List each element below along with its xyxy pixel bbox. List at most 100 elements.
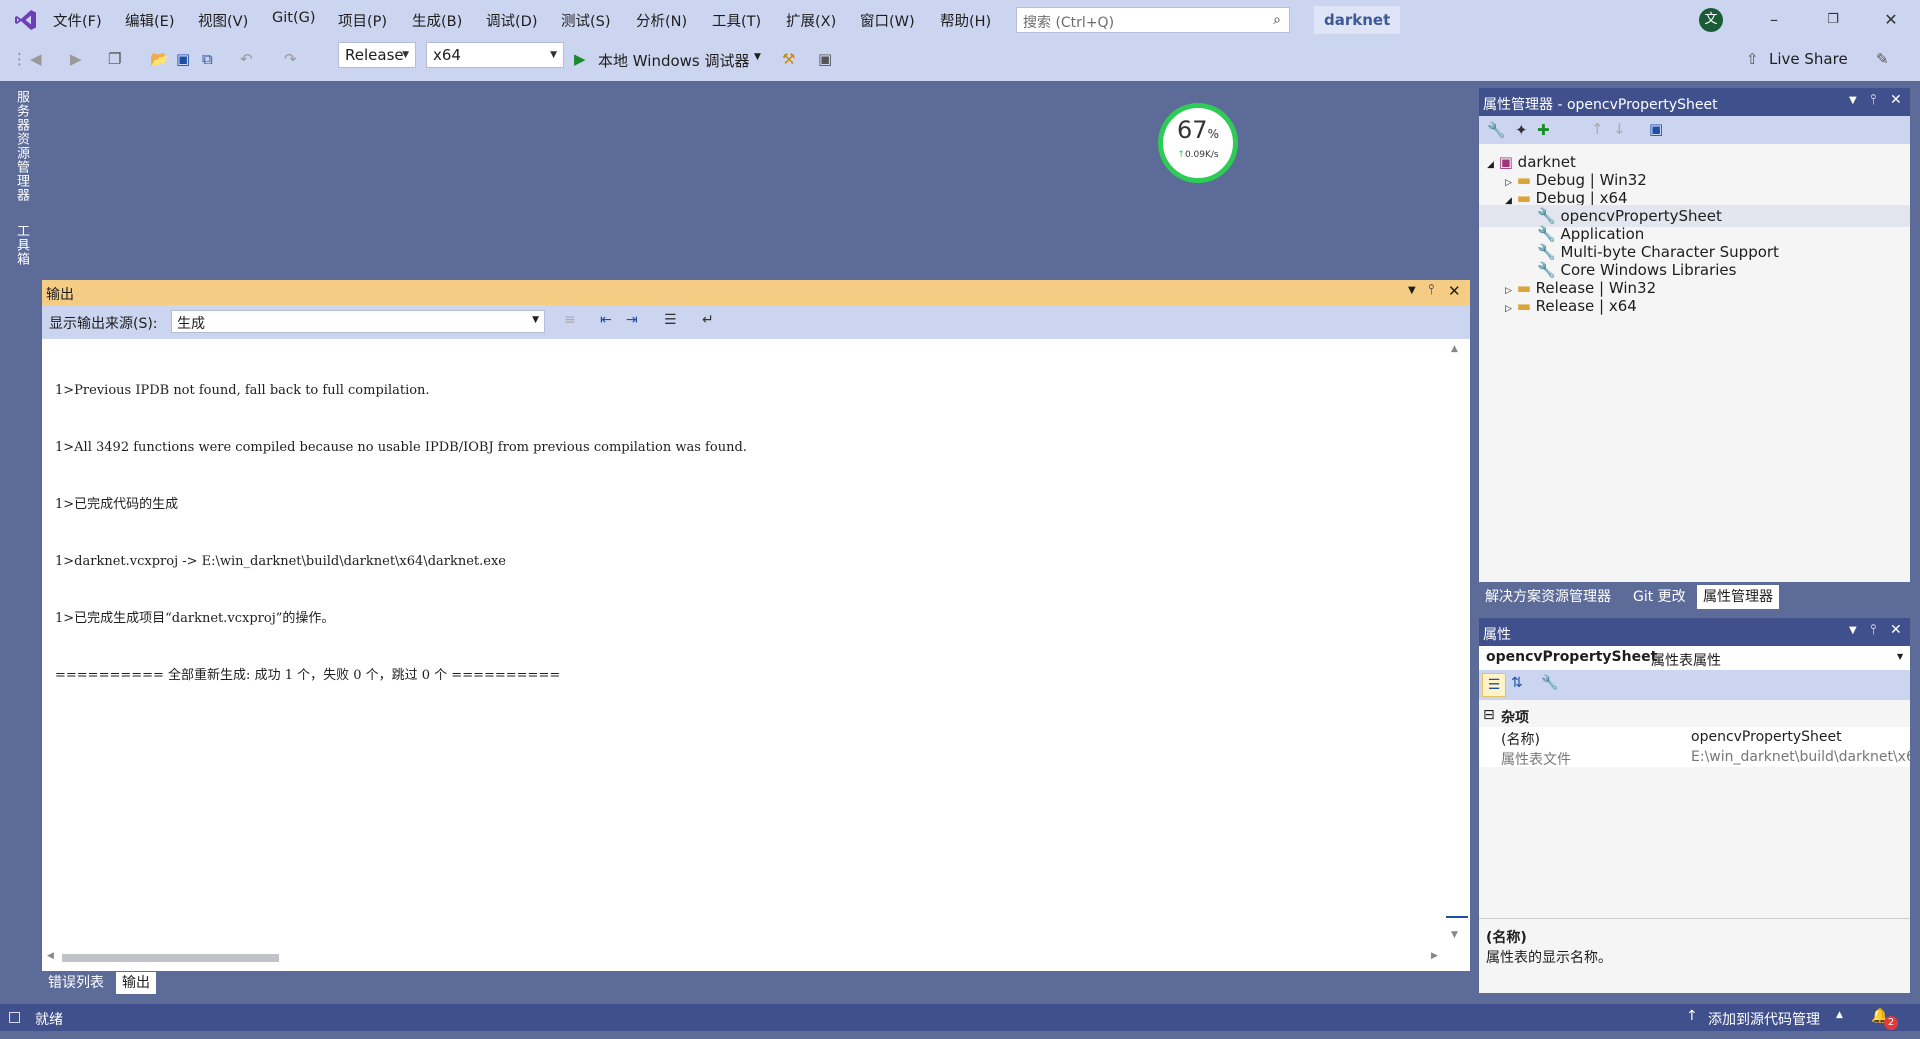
menu-debug[interactable]: 调试(D) bbox=[486, 10, 537, 31]
object-selector[interactable]: opencvPropertySheet 属性表属性 ▼ bbox=[1479, 646, 1910, 670]
close-icon[interactable]: ✕ bbox=[1876, 8, 1906, 32]
toolbar-grip-icon: ⋮ bbox=[12, 50, 27, 68]
chevron-up-icon[interactable]: ▲ bbox=[1836, 1010, 1843, 1020]
menu-extensions[interactable]: 扩展(X) bbox=[786, 10, 836, 31]
menu-help[interactable]: 帮助(H) bbox=[940, 10, 991, 31]
property-manager-title: 属性管理器 - opencvPropertySheet bbox=[1483, 97, 1718, 113]
menu-git[interactable]: Git(G) bbox=[272, 10, 316, 26]
close-icon[interactable]: ✕ bbox=[1448, 282, 1461, 300]
avatar[interactable]: 文 bbox=[1699, 8, 1723, 32]
folder-icon: ▬ bbox=[1516, 297, 1531, 315]
debugger-label[interactable]: 本地 Windows 调试器 bbox=[598, 50, 750, 71]
chevron-down-icon[interactable]: ▼ bbox=[754, 52, 761, 62]
network-speed-widget[interactable]: 67% ↑0.09K/s bbox=[1158, 103, 1238, 183]
property-row[interactable]: 属性表文件 E:\win_darknet\build\darknet\x64 bbox=[1479, 747, 1910, 767]
horizontal-scrollbar-thumb[interactable] bbox=[62, 954, 279, 962]
tab-error-list[interactable]: 错误列表 bbox=[42, 972, 110, 994]
redo-icon[interactable]: ↷ bbox=[284, 50, 297, 68]
net-percent-sign: % bbox=[1207, 127, 1219, 141]
menu-edit[interactable]: 编辑(E) bbox=[125, 10, 174, 31]
pin-icon[interactable]: ⫯ bbox=[1870, 622, 1876, 638]
tab-git-changes[interactable]: Git 更改 bbox=[1627, 585, 1692, 609]
chevron-down-icon[interactable]: ▼ bbox=[1849, 95, 1857, 106]
menu-view[interactable]: 视图(V) bbox=[198, 10, 248, 31]
output-line: 1>已完成生成项目“darknet.vcxproj”的操作。 bbox=[55, 611, 335, 626]
collapse-icon[interactable]: ⊟ bbox=[1483, 707, 1495, 723]
description-pane: (名称) 属性表的显示名称。 bbox=[1479, 918, 1910, 993]
object-name: opencvPropertySheet bbox=[1486, 649, 1658, 665]
new-project-icon[interactable]: ❐ bbox=[108, 50, 121, 68]
pin-icon[interactable]: ⫯ bbox=[1428, 282, 1434, 298]
add-to-source-control-button[interactable]: 添加到源代码管理 bbox=[1708, 1009, 1820, 1029]
hot-reload-icon[interactable]: ⚒ bbox=[782, 50, 795, 68]
categorized-icon[interactable]: ☰ bbox=[1482, 673, 1506, 697]
menu-window[interactable]: 窗口(W) bbox=[860, 10, 915, 31]
save-all-icon[interactable]: ⧉ bbox=[202, 50, 213, 68]
close-icon[interactable]: ✕ bbox=[1890, 622, 1902, 638]
forward-icon[interactable]: ▶ bbox=[70, 50, 82, 68]
output-source-dropdown[interactable]: 生成 ▼ bbox=[171, 310, 545, 333]
save-icon[interactable]: ▣ bbox=[176, 50, 190, 68]
status-text: 就绪 bbox=[35, 1012, 63, 1028]
prev-message-icon[interactable]: ⇤ bbox=[600, 312, 612, 328]
net-percent: 67 bbox=[1177, 116, 1208, 144]
browser-link-icon[interactable]: ▣ bbox=[818, 50, 832, 68]
property-row[interactable]: (名称) opencvPropertySheet bbox=[1479, 727, 1910, 748]
back-icon[interactable]: ◀ bbox=[30, 50, 42, 68]
menu-tools[interactable]: 工具(T) bbox=[712, 10, 761, 31]
clear-all-icon[interactable]: ☰ bbox=[664, 312, 677, 328]
undo-icon[interactable]: ↶ bbox=[240, 50, 253, 68]
ready-icon: □ bbox=[8, 1009, 22, 1025]
chevron-down-icon[interactable]: ▼ bbox=[1849, 625, 1857, 636]
properties-titlebar: 属性 ▼ ⫯ ✕ bbox=[1479, 618, 1910, 646]
notification-count-badge: 2 bbox=[1884, 1016, 1898, 1030]
next-message-icon[interactable]: ⇥ bbox=[626, 312, 638, 328]
search-placeholder: 搜索 (Ctrl+Q) bbox=[1023, 15, 1115, 31]
pin-icon[interactable]: ⫯ bbox=[1870, 92, 1876, 108]
chevron-down-icon: ▼ bbox=[550, 50, 557, 60]
property-name: (名称) bbox=[1501, 732, 1540, 748]
menu-test[interactable]: 测试(S) bbox=[561, 10, 611, 31]
scroll-down-icon[interactable]: ▼ bbox=[1451, 930, 1458, 940]
start-debug-icon[interactable]: ▶ bbox=[574, 50, 586, 68]
menu-file[interactable]: 文件(F) bbox=[53, 10, 102, 31]
server-explorer-tab[interactable]: 服务器资源管理器 bbox=[12, 90, 31, 202]
minimize-icon[interactable]: – bbox=[1759, 8, 1789, 32]
chevron-down-icon: ▼ bbox=[402, 50, 409, 60]
tree-item-release-x64[interactable]: ▷ ▬ Release | x64 bbox=[1505, 295, 1637, 317]
live-share-button[interactable]: Live Share bbox=[1769, 50, 1848, 68]
add-new-property-sheet-icon[interactable]: ✦ bbox=[1515, 121, 1528, 139]
toolbox-tab[interactable]: 工具箱 bbox=[12, 224, 31, 266]
menu-build[interactable]: 生成(B) bbox=[412, 10, 462, 31]
word-wrap-icon[interactable]: ↵ bbox=[702, 312, 714, 328]
find-message-icon[interactable]: ≡ bbox=[564, 312, 576, 328]
open-folder-icon[interactable]: 📂 bbox=[150, 50, 169, 68]
tab-property-manager[interactable]: 属性管理器 bbox=[1697, 585, 1779, 609]
save-icon[interactable]: ▣ bbox=[1649, 120, 1663, 138]
move-up-icon[interactable]: ↑ bbox=[1591, 120, 1604, 138]
menu-project[interactable]: 项目(P) bbox=[338, 10, 387, 31]
move-down-icon[interactable]: ↓ bbox=[1613, 120, 1626, 138]
close-icon[interactable]: ✕ bbox=[1890, 92, 1902, 108]
alphabetical-icon[interactable]: ⇅ bbox=[1511, 675, 1523, 691]
chevron-down-icon[interactable]: ▼ bbox=[1408, 285, 1416, 296]
property-pages-icon[interactable]: 🔧 bbox=[1541, 675, 1558, 691]
menu-analyze[interactable]: 分析(N) bbox=[636, 10, 687, 31]
output-source-label: 显示输出来源(S): bbox=[49, 316, 158, 332]
restore-icon[interactable]: ❐ bbox=[1818, 8, 1848, 32]
wrench-icon[interactable]: 🔧 bbox=[1487, 121, 1506, 139]
scroll-left-icon[interactable]: ◀ bbox=[47, 951, 54, 961]
tab-solution-explorer[interactable]: 解决方案资源管理器 bbox=[1479, 585, 1617, 609]
add-existing-property-sheet-icon[interactable]: ✚ bbox=[1537, 121, 1550, 139]
feedback-icon[interactable]: ✎ bbox=[1876, 50, 1889, 68]
output-text[interactable]: 1>Previous IPDB not found, fall back to … bbox=[55, 343, 747, 704]
search-input[interactable]: 搜索 (Ctrl+Q) ⌕ bbox=[1016, 7, 1290, 33]
scroll-up-icon[interactable]: ▲ bbox=[1451, 344, 1458, 354]
scroll-right-icon[interactable]: ▶ bbox=[1431, 951, 1438, 961]
property-manager-panel: 属性管理器 - opencvPropertySheet ▼ ⫯ ✕ 🔧 ✦ ✚ … bbox=[1479, 88, 1910, 582]
configuration-dropdown[interactable]: Release ▼ bbox=[338, 42, 416, 68]
platform-dropdown[interactable]: x64 ▼ bbox=[426, 42, 564, 68]
tab-output[interactable]: 输出 bbox=[116, 972, 156, 994]
net-speed: 0.09K/s bbox=[1184, 150, 1219, 160]
